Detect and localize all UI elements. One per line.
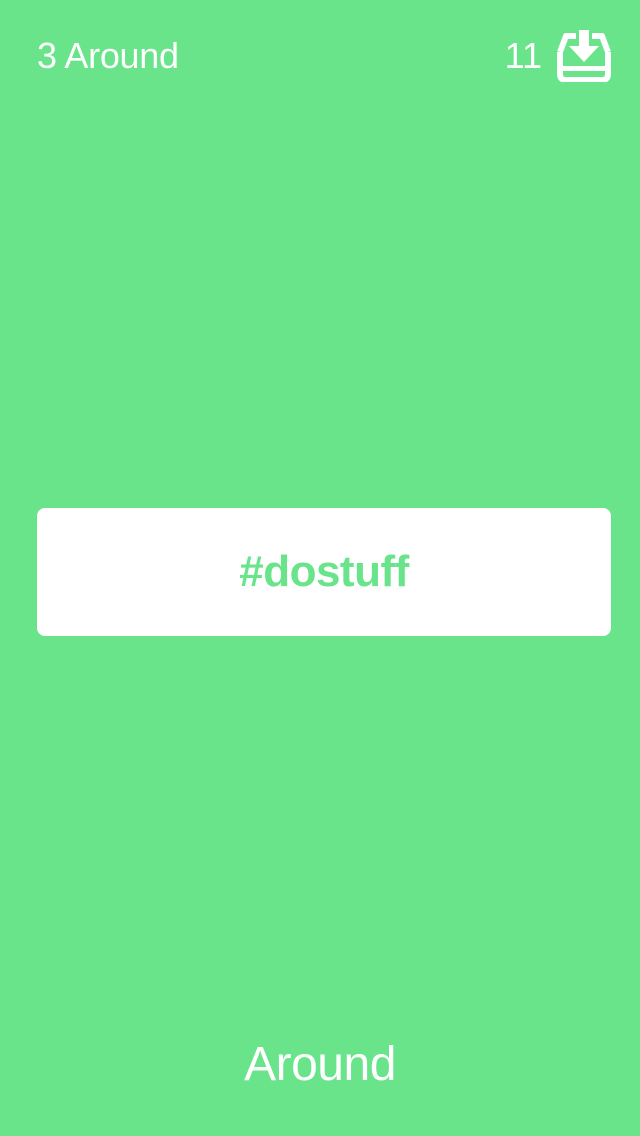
app-screen: 3 Around 11 #dostuff Around (0, 0, 640, 1136)
hashtag-card[interactable]: #dostuff (37, 508, 611, 636)
hashtag-text: #dostuff (239, 547, 409, 596)
around-count-label[interactable]: 3 Around (37, 36, 179, 76)
inbox-count: 11 (504, 35, 542, 76)
mode-label[interactable]: Around (0, 1038, 640, 1092)
inbox-download-icon[interactable] (556, 30, 612, 82)
inbox-control[interactable]: 11 (505, 30, 612, 82)
